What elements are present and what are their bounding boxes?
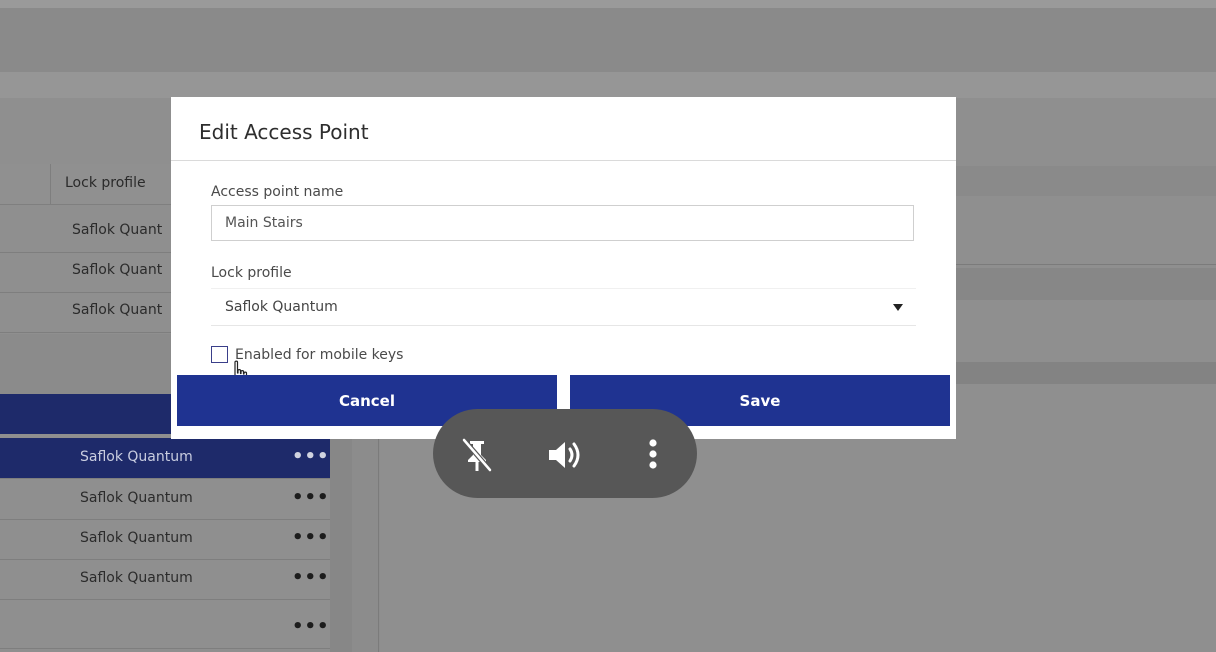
table-row: Saflok Quant xyxy=(0,212,172,253)
table-row: Saflok Quant xyxy=(0,252,172,293)
mobile-keys-checkbox[interactable] xyxy=(211,346,228,363)
table-row: Saflok Quant xyxy=(0,292,172,333)
column-separator xyxy=(50,164,51,204)
table-cell-lock-profile: Saflok Quant xyxy=(72,302,163,318)
background-right-band xyxy=(956,362,1216,384)
dialog-title: Edit Access Point xyxy=(199,120,369,144)
list-item[interactable]: ••• xyxy=(0,608,330,649)
background-right-header xyxy=(956,166,1216,196)
list-item[interactable]: Saflok Quantum ••• xyxy=(0,479,330,520)
more-options-icon[interactable]: ••• xyxy=(292,446,330,467)
background-band xyxy=(0,334,172,394)
more-options-icon[interactable]: ••• xyxy=(292,616,330,637)
mobile-keys-label: Enabled for mobile keys xyxy=(235,347,404,363)
list-item-label: Saflok Quantum xyxy=(80,449,193,465)
lock-profile-selected-value: Saflok Quantum xyxy=(225,299,338,315)
more-vertical-icon[interactable] xyxy=(639,435,667,475)
media-controls-overlay xyxy=(433,409,697,498)
pin-off-icon[interactable] xyxy=(457,435,497,475)
dialog-divider xyxy=(171,160,956,161)
background-list: Saflok Quantum ••• Saflok Quantum ••• Sa… xyxy=(0,438,330,652)
column-header-lock-profile: Lock profile xyxy=(65,175,146,191)
background-top-bar xyxy=(0,0,1216,8)
table-cell-lock-profile: Saflok Quant xyxy=(72,222,163,238)
list-item[interactable]: Saflok Quantum ••• xyxy=(0,438,330,479)
more-options-icon[interactable]: ••• xyxy=(292,567,330,588)
list-item[interactable]: Saflok Quantum ••• xyxy=(0,559,330,600)
lock-profile-select[interactable]: Saflok Quantum xyxy=(211,288,916,326)
background-blue-header xyxy=(0,394,172,434)
edit-access-point-dialog: Edit Access Point Access point name Lock… xyxy=(171,97,956,439)
background-subheader xyxy=(0,72,1216,98)
list-item-label: Saflok Quantum xyxy=(80,530,193,546)
list-item-label: Saflok Quantum xyxy=(80,570,193,586)
volume-icon[interactable] xyxy=(545,435,585,475)
app-page: Lock profile Saflok Quant Saflok Quant S… xyxy=(0,0,1216,652)
background-column-header: Lock profile xyxy=(0,164,172,205)
lock-profile-label: Lock profile xyxy=(211,265,292,281)
background-scrollbar xyxy=(330,438,352,652)
background-header xyxy=(0,8,1216,72)
dropdown-caret-icon xyxy=(893,304,903,311)
access-point-name-label: Access point name xyxy=(211,184,344,200)
list-item[interactable]: Saflok Quantum ••• xyxy=(0,519,330,560)
background-gutter xyxy=(352,438,380,652)
background-right-band xyxy=(956,268,1216,300)
more-options-icon[interactable]: ••• xyxy=(292,527,330,548)
more-options-icon[interactable]: ••• xyxy=(292,487,330,508)
table-cell-lock-profile: Saflok Quant xyxy=(72,262,163,278)
background-divider xyxy=(956,264,1216,265)
list-item-label: Saflok Quantum xyxy=(80,490,193,506)
access-point-name-input[interactable] xyxy=(211,205,914,241)
